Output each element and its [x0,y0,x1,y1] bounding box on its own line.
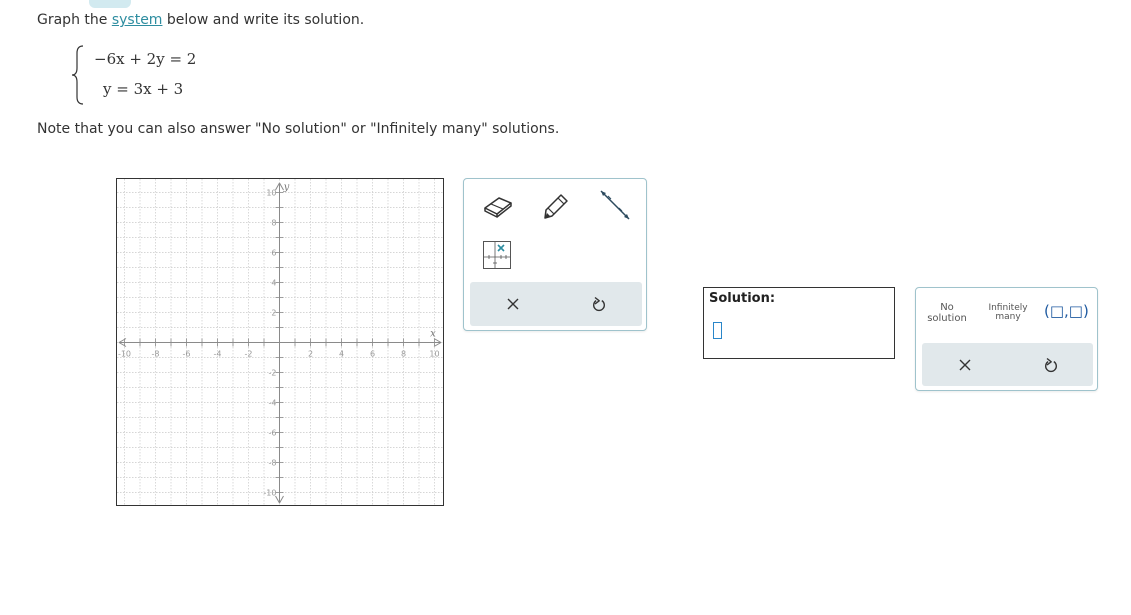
x-tick-label: 4 [339,350,344,359]
y-tick-label: -2 [269,369,277,378]
y-tick-label: 8 [271,219,276,228]
y-tick-label: -6 [269,429,277,438]
solution-input[interactable] [713,322,722,339]
system-link[interactable]: system [112,12,163,28]
y-tick-label: -4 [269,399,277,408]
graph-area[interactable]: -10 -10 -8 -8 -6 -6 -4 -4 -2 -2 2 2 4 4 6 6 8 8 10 10 x y [116,178,444,506]
x-tick-label: 8 [401,350,406,359]
solution-label: Solution: [709,291,776,306]
answer-palette: No solution Infinitely many (□,□) [915,287,1098,391]
eraser-icon[interactable] [482,192,514,220]
y-tick-label: 4 [271,279,276,288]
prompt-suffix: below and write its solution. [162,12,365,28]
toolbox-action-bar [470,282,642,326]
prompt-prefix: Graph the [37,12,112,28]
point-icon[interactable] [482,240,512,270]
y-tick-label: 6 [271,249,276,258]
close-icon [959,359,971,371]
undo-button[interactable] [556,282,642,326]
system-brace [71,45,84,105]
pencil-icon[interactable] [540,190,572,222]
x-tick-label: -2 [245,350,253,359]
y-tick-label: -8 [269,459,277,468]
infinitely-many-label-2: many [995,312,1021,323]
y-tick-label: 2 [271,309,276,318]
top-tab[interactable] [89,0,131,8]
close-icon [507,298,519,310]
x-tick-label: -10 [118,350,131,359]
x-tick-label: -8 [152,350,160,359]
x-tick-label: -4 [214,350,222,359]
undo-icon [1045,357,1057,372]
no-solution-button[interactable]: No solution [926,302,968,324]
no-solution-label-2: solution [927,312,967,324]
coordinate-plane[interactable]: -10 -10 -8 -8 -6 -6 -4 -4 -2 -2 2 2 4 4 6 6 8 8 10 10 x y [117,179,443,505]
no-solution-label-1: No [940,302,954,313]
question-prompt: Graph the system below and write its sol… [37,12,364,28]
answer-clear-button[interactable] [922,343,1008,387]
equation-2: y = 3x + 3 [103,80,184,98]
note-text: Note that you can also answer "No soluti… [37,121,560,137]
x-tick-label: 10 [429,350,439,359]
x-axis-label: x [430,329,436,340]
x-tick-label: 6 [370,350,375,359]
x-tick-label: -6 [183,350,191,359]
clear-button[interactable] [470,282,556,326]
solution-panel: Solution: [703,287,895,359]
infinitely-many-button[interactable]: Infinitely many [983,303,1033,323]
answer-action-bar [922,343,1093,386]
line-icon[interactable] [597,188,633,222]
ordered-pair-button[interactable]: (□,□) [1044,303,1089,320]
y-tick-label: -10 [263,489,276,498]
equation-1: −6x + 2y = 2 [94,50,197,68]
graph-toolbox [463,178,647,331]
undo-icon [593,296,605,311]
y-tick-label: 10 [266,189,276,198]
x-tick-label: 2 [308,350,313,359]
answer-undo-button[interactable] [1008,343,1094,387]
y-axis-label: y [283,182,290,193]
